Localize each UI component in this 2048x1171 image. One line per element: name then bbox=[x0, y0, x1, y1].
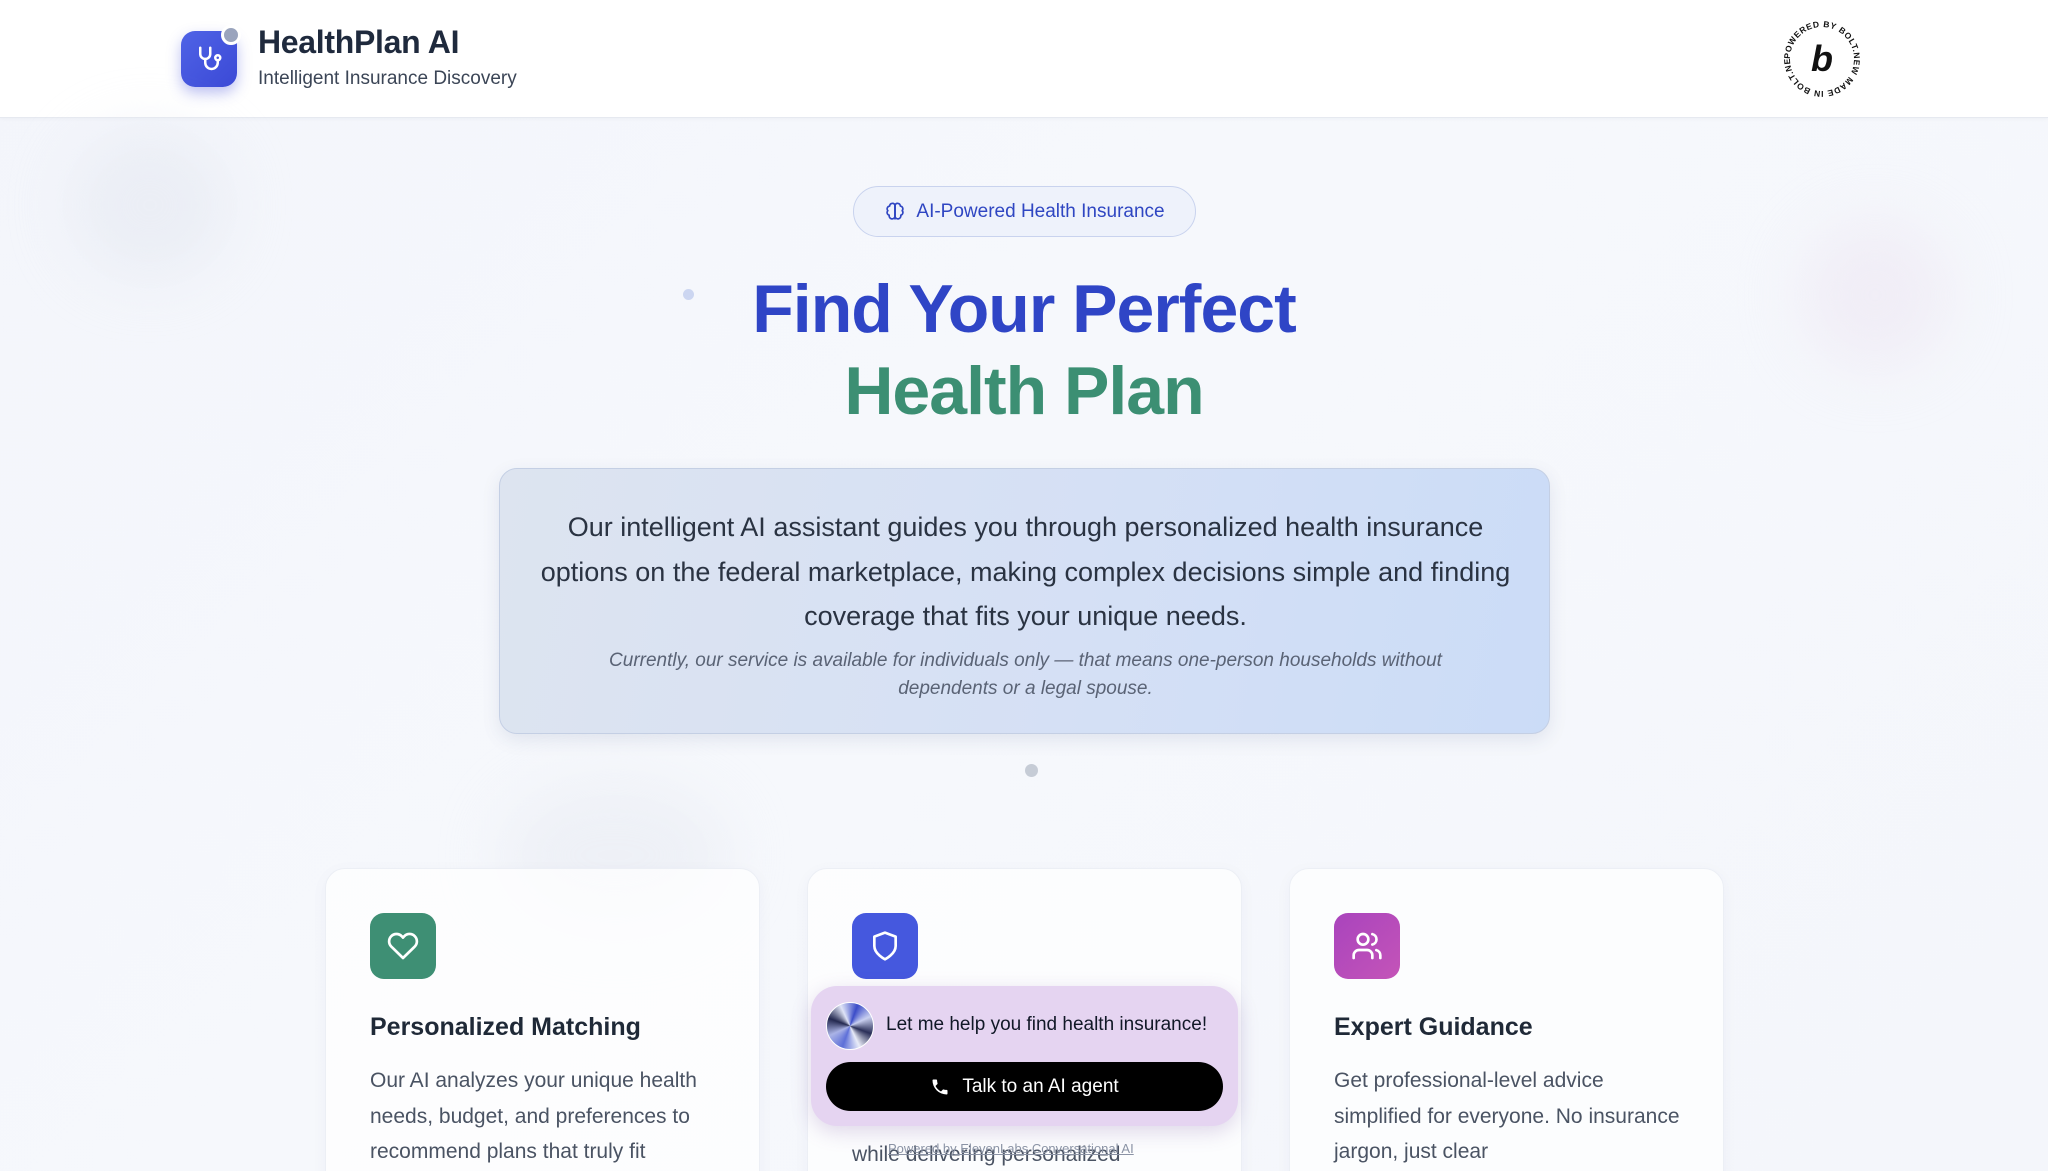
feature-title: Expert Guidance bbox=[1334, 1013, 1533, 1041]
users-icon bbox=[1352, 932, 1382, 960]
powered-by-link[interactable]: Powered by ElevenLabs Conversational AI bbox=[888, 1141, 1134, 1156]
feature-icon-tile bbox=[1334, 913, 1400, 979]
agent-avatar bbox=[826, 1002, 874, 1050]
decor-dot bbox=[1025, 764, 1038, 777]
heart-icon bbox=[387, 932, 419, 960]
logo-status-dot bbox=[221, 25, 241, 45]
talk-to-agent-label: Talk to an AI agent bbox=[962, 1075, 1119, 1097]
feature-icon-tile bbox=[370, 913, 436, 979]
feature-body: Get professional-level advice simplified… bbox=[1334, 1069, 1680, 1163]
decor-blob bbox=[70, 130, 230, 280]
ai-powered-badge: AI-Powered Health Insurance bbox=[853, 186, 1196, 237]
bolt-badge-letter: b bbox=[1811, 38, 1833, 79]
widget-prompt: Let me help you find health insurance! bbox=[886, 1014, 1208, 1035]
description-card: Our intelligent AI assistant guides you … bbox=[499, 468, 1550, 734]
top-header: HealthPlan AI Intelligent Insurance Disc… bbox=[0, 0, 2048, 118]
hero-title-line1: Find Your Perfect bbox=[752, 271, 1296, 347]
hero-title-line2: Health Plan bbox=[844, 353, 1204, 429]
ai-agent-widget: Let me help you find health insurance! T… bbox=[811, 986, 1238, 1126]
talk-to-agent-button[interactable]: Talk to an AI agent bbox=[826, 1062, 1223, 1111]
feature-body: Our AI analyzes your unique health needs… bbox=[370, 1069, 697, 1163]
eligibility-note: Currently, our service is available for … bbox=[609, 650, 1442, 699]
brand-subtitle: Intelligent Insurance Discovery bbox=[258, 68, 517, 89]
hero-description: Our intelligent AI assistant guides you … bbox=[540, 512, 1511, 631]
feature-card-expert-guidance: Expert Guidance Get professional-level a… bbox=[1289, 868, 1724, 1171]
brand-name: HealthPlan AI bbox=[258, 24, 460, 60]
feature-card-personalized-matching: Personalized Matching Our AI analyzes yo… bbox=[325, 868, 760, 1171]
feature-icon-tile bbox=[852, 913, 918, 979]
phone-icon bbox=[932, 1079, 948, 1094]
feature-title: Personalized Matching bbox=[370, 1013, 641, 1041]
brain-icon bbox=[886, 202, 905, 220]
bolt-badge[interactable]: POWERED BY BOLT.NEW MADE IN BOLT.NEW b bbox=[1780, 17, 1864, 101]
pill-label: AI-Powered Health Insurance bbox=[916, 200, 1165, 222]
shield-icon bbox=[873, 931, 897, 961]
stethoscope-icon bbox=[199, 46, 222, 71]
